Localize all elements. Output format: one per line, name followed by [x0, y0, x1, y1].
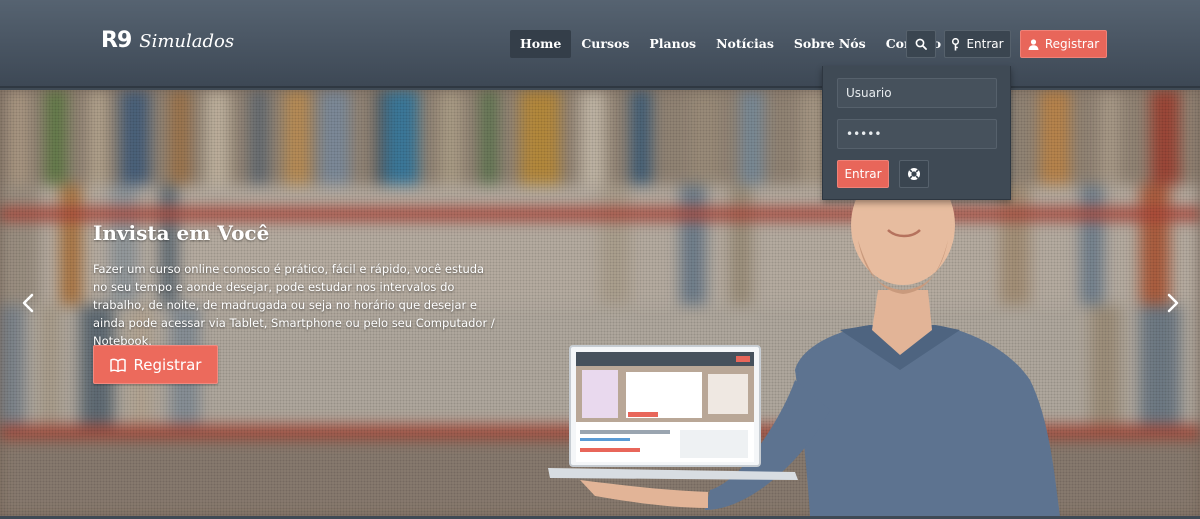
chevron-right-icon — [1167, 293, 1179, 313]
site-header: R9 Simulados Home Cursos Planos Notícias… — [0, 0, 1200, 88]
slider-prev-button[interactable] — [16, 290, 40, 316]
login-toggle-button[interactable]: Entrar — [944, 30, 1011, 58]
nav-item-planos[interactable]: Planos — [639, 30, 706, 58]
search-button[interactable] — [906, 30, 936, 58]
nav-item-sobre-nos[interactable]: Sobre Nós — [784, 30, 876, 58]
username-field[interactable] — [837, 78, 997, 108]
nav-item-home[interactable]: Home — [510, 30, 572, 58]
password-field[interactable] — [837, 119, 997, 149]
site-logo[interactable]: R9 Simulados — [101, 28, 234, 58]
login-submit-button[interactable]: Entrar — [837, 160, 889, 188]
hero-description: Fazer um curso online conosco é prático,… — [93, 262, 495, 348]
key-icon — [952, 37, 960, 50]
lifebuoy-icon — [908, 168, 920, 180]
book-icon — [109, 358, 126, 372]
login-dropdown: Entrar — [822, 66, 1011, 200]
chevron-left-icon — [22, 293, 34, 313]
register-label: Registrar — [1044, 37, 1100, 51]
main-nav: Home Cursos Planos Notícias Sobre Nós Co… — [510, 30, 951, 58]
logo-mark: R9 — [101, 28, 132, 53]
hero-title: Invista em Você — [93, 221, 270, 245]
search-icon — [915, 38, 927, 50]
person-with-laptop-illustration — [548, 180, 1060, 516]
nav-item-noticias[interactable]: Notícias — [706, 30, 784, 58]
register-button[interactable]: Registrar — [1020, 30, 1107, 58]
hero-register-button[interactable]: Registrar — [93, 345, 218, 384]
login-toggle-label: Entrar — [966, 37, 1004, 51]
hero-slider: Invista em Você Fazer um curso online co… — [0, 90, 1200, 516]
nav-item-cursos[interactable]: Cursos — [571, 30, 639, 58]
forgot-password-button[interactable] — [899, 160, 929, 188]
hero-register-label: Registrar — [133, 355, 202, 374]
slider-next-button[interactable] — [1161, 290, 1185, 316]
user-icon — [1028, 38, 1039, 50]
logo-name: Simulados — [139, 31, 235, 52]
